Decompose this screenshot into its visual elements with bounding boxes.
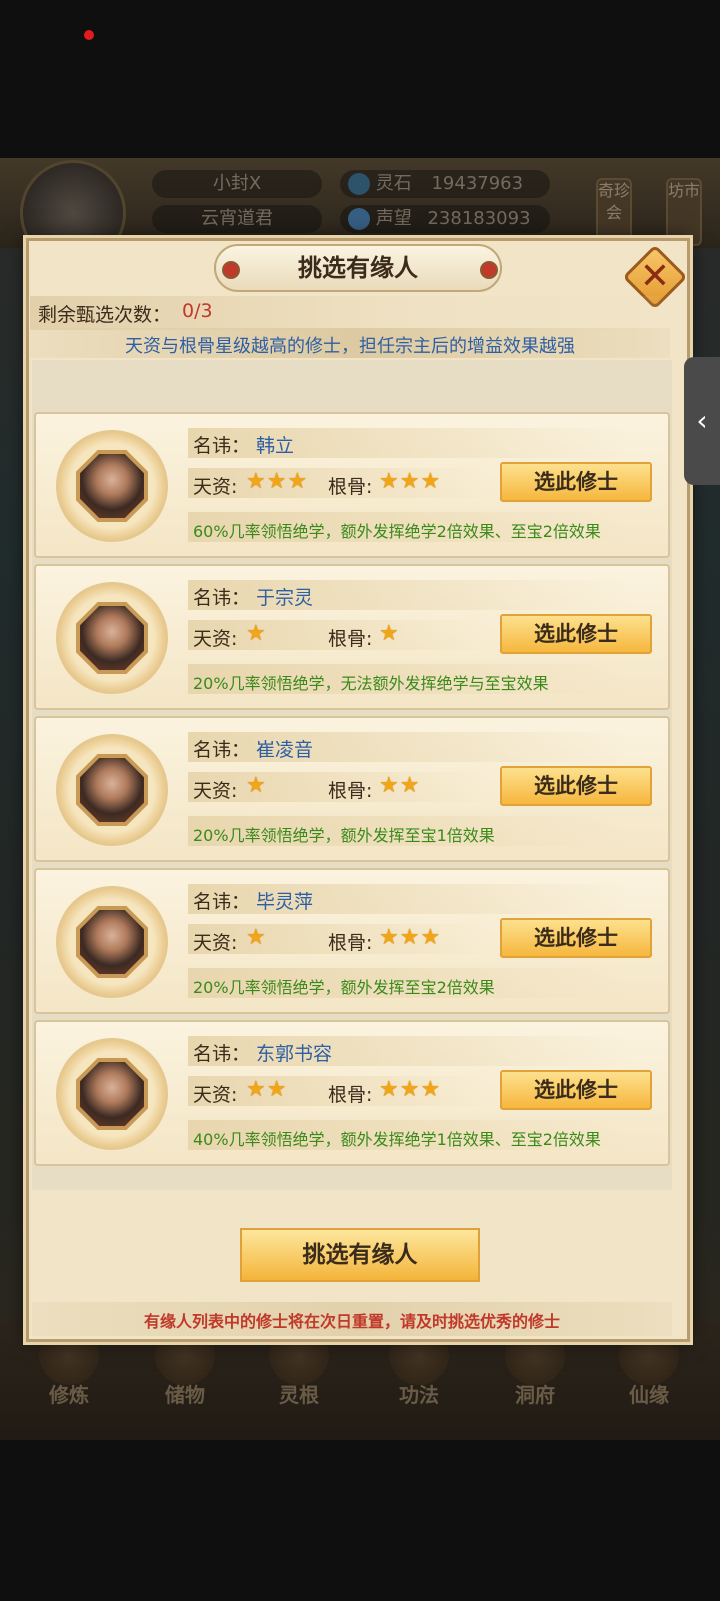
- talent-stars: ★: [246, 621, 267, 646]
- talent-stars: ★★★: [246, 469, 308, 494]
- recording-indicator: [84, 30, 94, 40]
- pick-cultivator-button[interactable]: 选此修士: [500, 1070, 652, 1110]
- star-icon: ★: [420, 925, 442, 950]
- candidate-card: 名讳： 韩立 天资: ★★★ 根骨: ★★★ 选此修士 60%几率领悟绝学，额外发挥绝学2倍效…: [34, 412, 670, 558]
- star-icon: ★: [379, 773, 400, 798]
- bone-label: 根骨:: [328, 628, 373, 650]
- footer-notice: 有缘人列表中的修士将在次日重置，请及时挑选优秀的修士: [143, 1312, 560, 1331]
- star-icon: ★: [379, 925, 400, 950]
- star-icon: ★: [266, 469, 288, 494]
- star-icon: ★: [420, 1077, 442, 1102]
- cultivator-portrait: [80, 454, 144, 518]
- pick-cultivator-button[interactable]: 选此修士: [500, 766, 652, 806]
- bone-label: 根骨:: [328, 780, 373, 802]
- talent-label: 天资:: [193, 1084, 238, 1106]
- remaining-count: 0/3: [182, 300, 213, 322]
- bone-label: 根骨:: [328, 476, 373, 498]
- pick-cultivator-button[interactable]: 选此修士: [500, 614, 652, 654]
- name-label: 名讳：: [193, 739, 251, 761]
- candidate-effect: 20%几率领悟绝学，无法额外发挥绝学与至宝效果: [193, 674, 549, 693]
- name-row-bg: [188, 580, 628, 610]
- choose-destined-button[interactable]: 挑选有缘人: [240, 1228, 480, 1282]
- dialog-title: 挑选有缘人: [214, 244, 502, 292]
- name-row-bg: [188, 1036, 628, 1066]
- talent-stars: ★★: [246, 1077, 287, 1102]
- talent-label: 天资:: [193, 780, 238, 802]
- title-knob-left: [222, 261, 240, 279]
- candidate-card: 名讳： 崔凌音 天资: ★ 根骨: ★★ 选此修士 20%几率领悟绝学，额外发挥至宝1倍效果: [34, 716, 670, 862]
- candidate-card: 名讳： 毕灵萍 天资: ★ 根骨: ★★★ 选此修士 20%几率领悟绝学，额外发挥至宝2倍效果: [34, 868, 670, 1014]
- candidate-name: 毕灵萍: [256, 891, 314, 913]
- bone-stars: ★: [379, 621, 400, 646]
- star-icon: ★: [246, 621, 267, 646]
- name-label: 名讳：: [193, 1043, 251, 1065]
- bone-stars: ★★: [379, 773, 420, 798]
- talent-label: 天资:: [193, 628, 238, 650]
- bone-stars: ★★★: [379, 469, 441, 494]
- star-icon: ★: [399, 469, 421, 494]
- star-icon: ★: [399, 773, 421, 798]
- candidate-card: 名讳： 东郭书容 天资: ★★ 根骨: ★★★ 选此修士 40%几率领悟绝学，额外发挥绝学1倍…: [34, 1020, 670, 1166]
- name-label: 名讳：: [193, 435, 251, 457]
- pick-cultivator-button[interactable]: 选此修士: [500, 462, 652, 502]
- bone-label: 根骨:: [328, 1084, 373, 1106]
- candidate-effect: 20%几率领悟绝学，额外发挥至宝1倍效果: [193, 826, 495, 845]
- talent-stars: ★: [246, 773, 267, 798]
- star-icon: ★: [379, 469, 400, 494]
- candidate-name: 于宗灵: [256, 587, 314, 609]
- star-icon: ★: [246, 1077, 267, 1102]
- star-icon: ★: [379, 621, 400, 646]
- close-icon[interactable]: ✕: [632, 254, 678, 300]
- star-icon: ★: [379, 1077, 400, 1102]
- star-icon: ★: [399, 925, 421, 950]
- remaining-label: 剩余甄选次数：: [38, 304, 172, 326]
- name-label: 名讳：: [193, 891, 251, 913]
- candidate-name: 东郭书容: [256, 1043, 333, 1065]
- talent-stars: ★: [246, 925, 267, 950]
- star-icon: ★: [287, 469, 309, 494]
- hint-text: 天资与根骨星级越高的修士，担任宗主后的增益效果越强: [125, 336, 575, 357]
- candidate-effect: 40%几率领悟绝学，额外发挥绝学1倍效果、至宝2倍效果: [193, 1130, 601, 1149]
- candidate-name: 韩立: [256, 435, 295, 457]
- bone-stars: ★★★: [379, 1077, 441, 1102]
- name-label: 名讳：: [193, 587, 251, 609]
- star-icon: ★: [246, 773, 267, 798]
- name-row-bg: [188, 732, 628, 762]
- talent-label: 天资:: [193, 476, 238, 498]
- star-icon: ★: [266, 1077, 288, 1102]
- side-panel-handle[interactable]: ‹: [684, 357, 720, 485]
- candidate-name: 崔凌音: [256, 739, 314, 761]
- pick-cultivator-button[interactable]: 选此修士: [500, 918, 652, 958]
- candidate-effect: 20%几率领悟绝学，额外发挥至宝2倍效果: [193, 978, 495, 997]
- star-icon: ★: [399, 1077, 421, 1102]
- bone-label: 根骨:: [328, 932, 373, 954]
- name-row-bg: [188, 884, 628, 914]
- title-knob-right: [480, 261, 498, 279]
- star-icon: ★: [420, 469, 442, 494]
- candidate-card: 名讳： 于宗灵 天资: ★ 根骨: ★ 选此修士 20%几率领悟绝学，无法额外发挥绝学与至宝效…: [34, 564, 670, 710]
- star-icon: ★: [246, 469, 267, 494]
- star-icon: ★: [246, 925, 267, 950]
- name-row-bg: [188, 428, 628, 458]
- bone-stars: ★★★: [379, 925, 441, 950]
- talent-label: 天资:: [193, 932, 238, 954]
- candidate-effect: 60%几率领悟绝学，额外发挥绝学2倍效果、至宝2倍效果: [193, 522, 601, 541]
